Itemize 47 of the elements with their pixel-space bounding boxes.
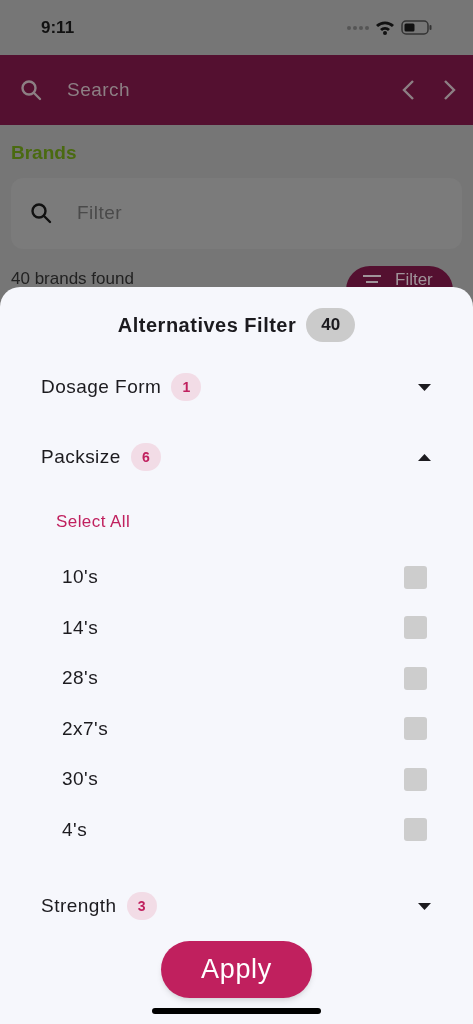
filter-section-header[interactable]: Strength 3 <box>41 871 432 941</box>
option-row[interactable]: 14's <box>41 602 432 653</box>
search-icon <box>29 201 53 225</box>
signal-icon <box>347 24 369 31</box>
option-row[interactable]: 30's <box>41 754 432 805</box>
filter-section-header[interactable]: Dosage Form 1 <box>41 352 432 422</box>
chevron-right-icon[interactable] <box>443 79 457 101</box>
option-label: 2x7's <box>62 716 109 741</box>
section-label: Strength <box>41 893 117 918</box>
caret-up-icon[interactable] <box>418 453 431 461</box>
option-row[interactable]: 28's <box>41 653 432 704</box>
section-label: Packsize <box>41 444 121 469</box>
apply-button[interactable]: Apply <box>161 941 312 998</box>
status-time: 9:11 <box>41 16 75 39</box>
option-label: 14's <box>62 615 99 640</box>
option-label: 30's <box>62 767 99 791</box>
section-label: Dosage Form <box>41 374 162 399</box>
checkbox[interactable] <box>404 666 427 690</box>
result-count: 40 brands found <box>11 268 134 289</box>
option-label: 28's <box>62 666 99 690</box>
search-icon <box>19 78 43 102</box>
battery-icon <box>401 20 432 35</box>
section-count: 3 <box>126 892 157 920</box>
option-row[interactable]: 2x7's <box>41 703 432 754</box>
option-label: 10's <box>62 565 99 589</box>
caret-down-icon[interactable] <box>418 383 431 391</box>
checkbox[interactable] <box>404 767 427 791</box>
caret-down-icon[interactable] <box>418 902 431 910</box>
checkbox[interactable] <box>404 717 427 741</box>
option-label: 4's <box>62 817 88 842</box>
section-count: 6 <box>130 443 161 471</box>
wifi-icon <box>375 20 395 35</box>
filter-section-header[interactable]: Packsize 6 <box>41 422 432 492</box>
search-placeholder: Search <box>67 77 132 102</box>
select-all-link[interactable]: Select All <box>56 509 131 535</box>
sheet-title: Alternatives Filter <box>117 313 297 338</box>
section-count: 1 <box>171 373 202 401</box>
section-title: Brands <box>11 141 78 165</box>
checkbox[interactable] <box>404 565 427 589</box>
chevron-left-icon[interactable] <box>401 79 415 101</box>
option-row[interactable]: 10's <box>41 552 432 603</box>
checkbox[interactable] <box>404 818 427 842</box>
search-bar[interactable]: Search <box>0 55 473 125</box>
checkbox[interactable] <box>404 616 427 640</box>
option-row[interactable]: 4's <box>41 804 432 855</box>
filter-lines-icon <box>363 274 381 285</box>
total-count: 40 <box>306 308 356 342</box>
